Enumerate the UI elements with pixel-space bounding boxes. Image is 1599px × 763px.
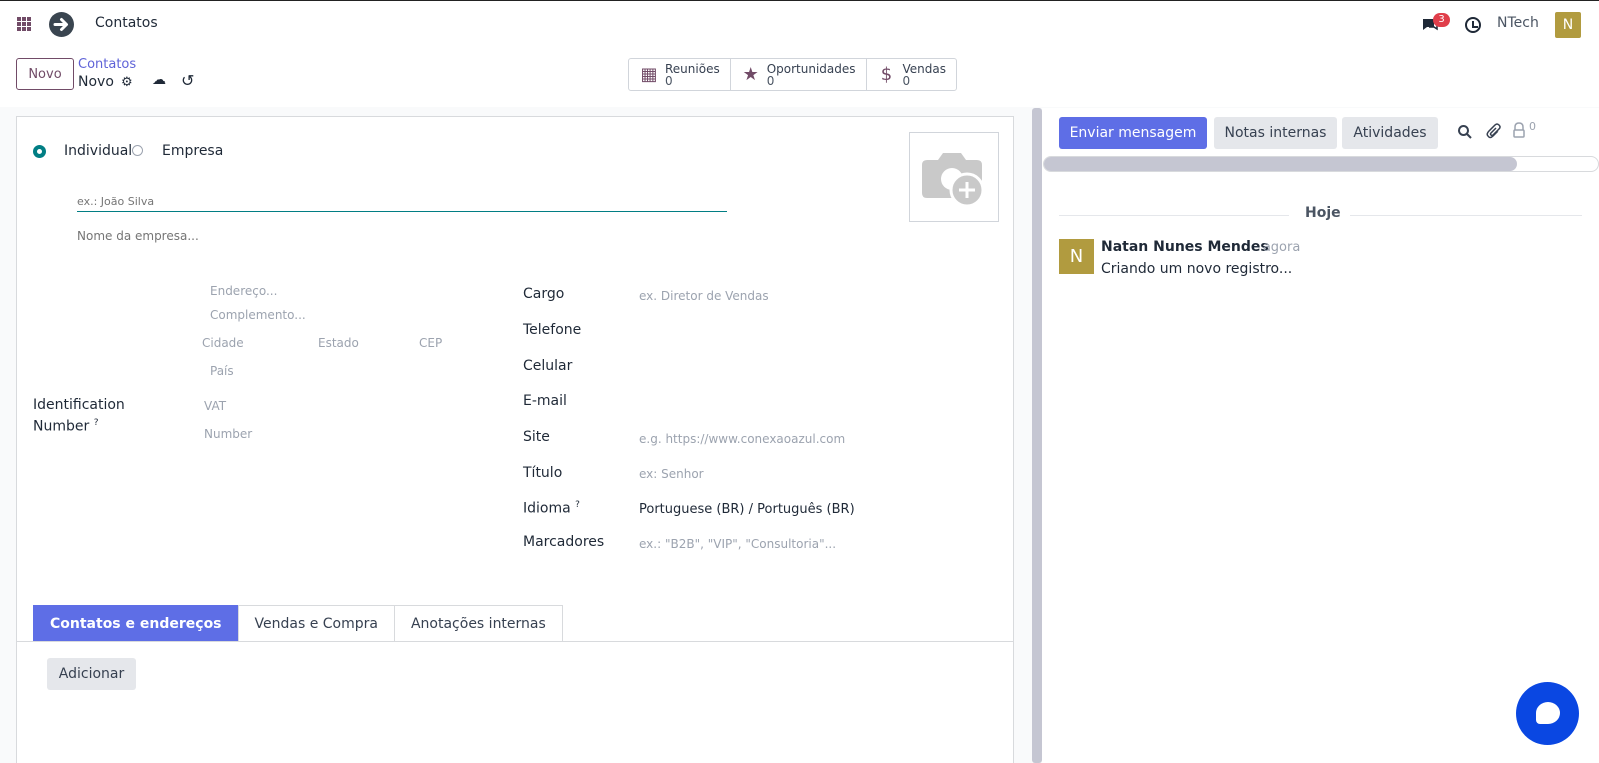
identification-label-number: Number bbox=[33, 418, 90, 435]
add-contact-button[interactable]: Adicionar bbox=[47, 658, 136, 690]
send-message-button[interactable]: Enviar mensagem bbox=[1059, 117, 1207, 149]
calendar-icon: ▦ bbox=[640, 64, 658, 85]
search-icon[interactable] bbox=[1457, 124, 1473, 140]
company-switcher[interactable]: NTech bbox=[1497, 15, 1539, 31]
radio-company-label[interactable]: Empresa bbox=[162, 143, 223, 159]
telefone-label: Telefone bbox=[523, 322, 582, 338]
message-time: - agora bbox=[1254, 240, 1301, 255]
log-note-button[interactable]: Notas internas bbox=[1214, 117, 1337, 149]
contact-name-input[interactable] bbox=[77, 192, 727, 212]
street-input[interactable]: Endereço... bbox=[210, 284, 277, 298]
activities-button[interactable]: Atividades bbox=[1342, 117, 1438, 149]
camera-plus-icon bbox=[922, 153, 985, 208]
date-separator-today: Hoje bbox=[1305, 205, 1341, 221]
notebook-tabs: Contatos e endereços Vendas e Compra Ano… bbox=[33, 605, 563, 642]
horizontal-scrollbar[interactable] bbox=[1043, 156, 1599, 172]
smart-button-value: 0 bbox=[766, 73, 775, 88]
country-select[interactable]: País bbox=[210, 364, 234, 378]
help-tooltip-icon[interactable]: ? bbox=[94, 418, 99, 428]
id-number-input[interactable]: Number bbox=[204, 427, 252, 441]
user-avatar[interactable]: N bbox=[1555, 12, 1581, 38]
street2-input[interactable]: Complemento... bbox=[210, 308, 306, 322]
smart-button-meetings[interactable]: ▦ Reuniões 0 bbox=[629, 59, 731, 90]
idioma-select[interactable]: Portuguese (BR) / Português (BR) bbox=[639, 502, 855, 517]
home-arrow-icon[interactable] bbox=[49, 12, 74, 37]
chatter-resize-handle[interactable] bbox=[1032, 108, 1042, 763]
new-record-button[interactable]: Novo bbox=[16, 58, 74, 90]
form-sheet: Individual Empresa Endereço... Complemen… bbox=[16, 116, 1014, 763]
message-author-name[interactable]: Natan Nunes Mendes bbox=[1101, 239, 1269, 255]
cargo-label: Cargo bbox=[523, 286, 565, 302]
gear-icon[interactable]: ⚙ bbox=[121, 75, 133, 90]
tab-contacts-addresses[interactable]: Contatos e endereços bbox=[33, 605, 239, 642]
dollar-icon: $ bbox=[880, 64, 893, 85]
help-tooltip-icon[interactable]: ? bbox=[575, 500, 580, 510]
idioma-label: Idioma ? bbox=[523, 500, 580, 517]
smart-buttons: ▦ Reuniões 0 ★ Oportunidades 0 $ Vendas 0 bbox=[628, 58, 958, 91]
vat-input[interactable]: VAT bbox=[204, 399, 226, 413]
paperclip-icon[interactable] bbox=[1486, 123, 1502, 140]
tab-sales-purchase[interactable]: Vendas e Compra bbox=[237, 605, 395, 642]
breadcrumb-parent-link[interactable]: Contatos bbox=[78, 57, 136, 72]
company-name-input[interactable] bbox=[77, 226, 727, 246]
top-navbar: Contatos 3 NTech N bbox=[0, 0, 1599, 47]
message-body: Criando um novo registro... bbox=[1101, 261, 1293, 277]
site-input[interactable]: e.g. https://www.conexaoazul.com bbox=[639, 432, 845, 446]
idioma-label-text: Idioma bbox=[523, 500, 571, 517]
smart-button-label: Vendas bbox=[902, 61, 947, 76]
save-cloud-icon[interactable]: ☁ bbox=[152, 72, 166, 88]
radio-company[interactable] bbox=[132, 145, 143, 156]
chat-count-badge: 3 bbox=[1433, 13, 1450, 27]
smart-button-label: Oportunidades bbox=[766, 61, 856, 76]
email-label: E-mail bbox=[523, 393, 567, 409]
breadcrumb-current: Novo bbox=[78, 74, 114, 90]
radio-individual[interactable] bbox=[33, 145, 46, 158]
message-author-avatar[interactable]: N bbox=[1059, 239, 1094, 274]
activity-clock-icon[interactable] bbox=[1465, 17, 1481, 33]
site-label: Site bbox=[523, 429, 550, 445]
date-separator-line bbox=[1350, 215, 1582, 216]
identification-label-line2: Number ? bbox=[33, 418, 98, 435]
city-input[interactable]: Cidade bbox=[202, 336, 244, 350]
discard-undo-icon[interactable]: ↺ bbox=[181, 71, 194, 90]
followers-count[interactable]: 0 bbox=[1529, 120, 1536, 133]
tab-divider bbox=[17, 641, 1013, 642]
smart-button-value: 0 bbox=[902, 73, 911, 88]
livechat-bubble-icon[interactable] bbox=[1516, 682, 1579, 745]
titulo-select[interactable]: ex: Senhor bbox=[639, 467, 704, 481]
zip-input[interactable]: CEP bbox=[419, 336, 442, 350]
control-panel: Novo Contatos Novo ⚙ ☁ ↺ ▦ Reuniões 0 ★ O… bbox=[0, 47, 1599, 107]
titulo-label: Título bbox=[523, 465, 563, 481]
scrollbar-thumb[interactable] bbox=[1044, 157, 1517, 171]
date-separator-line bbox=[1059, 215, 1289, 216]
celular-label: Celular bbox=[523, 358, 573, 374]
smart-button-sales[interactable]: $ Vendas 0 bbox=[867, 59, 957, 90]
lock-icon[interactable] bbox=[1512, 122, 1526, 139]
identification-label-line1: Identification bbox=[33, 397, 125, 413]
state-select[interactable]: Estado bbox=[318, 336, 359, 350]
marcadores-label: Marcadores bbox=[523, 534, 605, 550]
photo-upload[interactable] bbox=[909, 132, 999, 222]
app-title[interactable]: Contatos bbox=[95, 15, 158, 31]
radio-individual-label[interactable]: Individual bbox=[64, 143, 132, 159]
marcadores-input[interactable]: ex.: "B2B", "VIP", "Consultoria"... bbox=[639, 537, 836, 551]
tab-internal-notes[interactable]: Anotações internas bbox=[393, 605, 563, 642]
smart-button-opportunities[interactable]: ★ Oportunidades 0 bbox=[731, 59, 867, 90]
cargo-input[interactable]: ex. Diretor de Vendas bbox=[639, 289, 769, 303]
star-icon: ★ bbox=[742, 64, 759, 85]
smart-button-label: Reuniões bbox=[665, 61, 720, 76]
chatter-panel: Enviar mensagem Notas internas Atividade… bbox=[1042, 108, 1599, 763]
apps-menu-icon[interactable] bbox=[17, 17, 31, 31]
smart-button-value: 0 bbox=[665, 73, 673, 88]
